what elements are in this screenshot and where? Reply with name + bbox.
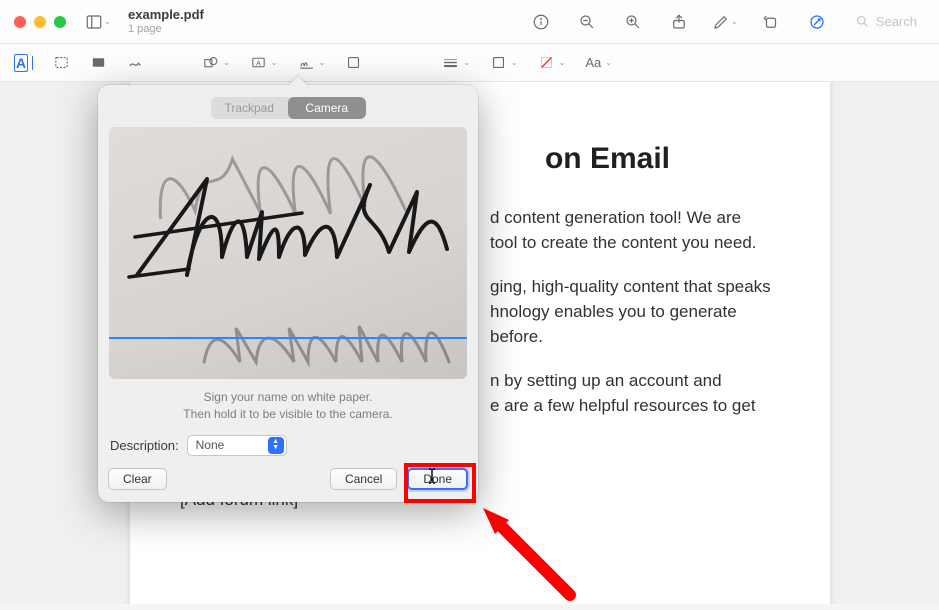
border-color-tool[interactable]: ⌄ xyxy=(490,54,518,71)
camera-preview xyxy=(109,127,467,379)
signature-baseline xyxy=(109,337,467,339)
annotate-toggle[interactable] xyxy=(801,8,833,36)
capture-mode-segmented[interactable]: Trackpad Camera xyxy=(211,97,366,119)
rotate-button[interactable] xyxy=(755,8,787,36)
search-field[interactable]: Search xyxy=(847,10,925,33)
font-tool[interactable]: Aa⌄ xyxy=(585,55,612,70)
file-title-block: example.pdf 1 page xyxy=(128,8,204,34)
minimize-window[interactable] xyxy=(34,16,46,28)
markup-toolbar: A ⌄ A⌄ ⌄ ⌄ ⌄ ⌄ Aa⌄ xyxy=(0,44,939,82)
sidebar-toggle[interactable]: ⌄ xyxy=(82,8,114,36)
trackpad-tab[interactable]: Trackpad xyxy=(211,97,289,119)
popover-button-row: Clear Cancel Done xyxy=(108,468,468,490)
window-controls xyxy=(14,16,66,28)
redact-tool[interactable] xyxy=(90,54,107,71)
search-placeholder: Search xyxy=(876,14,917,29)
description-select[interactable]: None ▲▼ xyxy=(187,435,287,456)
share-button[interactable] xyxy=(663,8,695,36)
signature-popover: Trackpad Camera Sign your name on white … xyxy=(98,85,478,502)
sketch-tool[interactable] xyxy=(127,54,144,71)
signature-help-text: Sign your name on white paper. Then hold… xyxy=(108,389,468,423)
line-style-tool[interactable]: ⌄ xyxy=(442,54,470,71)
titlebar: ⌄ example.pdf 1 page ⌄ Search xyxy=(0,0,939,44)
info-button[interactable] xyxy=(525,8,557,36)
signature-captured-icon xyxy=(127,157,457,297)
description-row: Description: None ▲▼ xyxy=(108,435,468,456)
fill-color-tool[interactable]: ⌄ xyxy=(538,54,566,71)
clear-button[interactable]: Clear xyxy=(108,468,167,490)
file-subtitle: 1 page xyxy=(128,23,204,35)
file-name: example.pdf xyxy=(128,8,204,22)
maximize-window[interactable] xyxy=(54,16,66,28)
sign-tool[interactable]: ⌄ xyxy=(298,54,326,71)
select-arrows-icon: ▲▼ xyxy=(268,437,284,454)
svg-text:A: A xyxy=(256,59,261,67)
description-value: None xyxy=(196,438,225,452)
markup-button[interactable]: ⌄ xyxy=(709,8,741,36)
close-window[interactable] xyxy=(14,16,26,28)
shapes-tool[interactable]: ⌄ xyxy=(202,54,230,71)
camera-tab[interactable]: Camera xyxy=(288,97,366,119)
done-button[interactable]: Done xyxy=(407,468,468,490)
cancel-button[interactable]: Cancel xyxy=(330,468,397,490)
text-select-tool[interactable]: A xyxy=(14,54,33,72)
zoom-out-button[interactable] xyxy=(571,8,603,36)
note-tool[interactable] xyxy=(345,54,362,71)
description-label: Description: xyxy=(110,438,179,453)
text-tool[interactable]: A⌄ xyxy=(250,54,278,71)
rect-select-tool[interactable] xyxy=(53,54,70,71)
zoom-in-button[interactable] xyxy=(617,8,649,36)
signature-reflection-icon xyxy=(194,312,454,379)
